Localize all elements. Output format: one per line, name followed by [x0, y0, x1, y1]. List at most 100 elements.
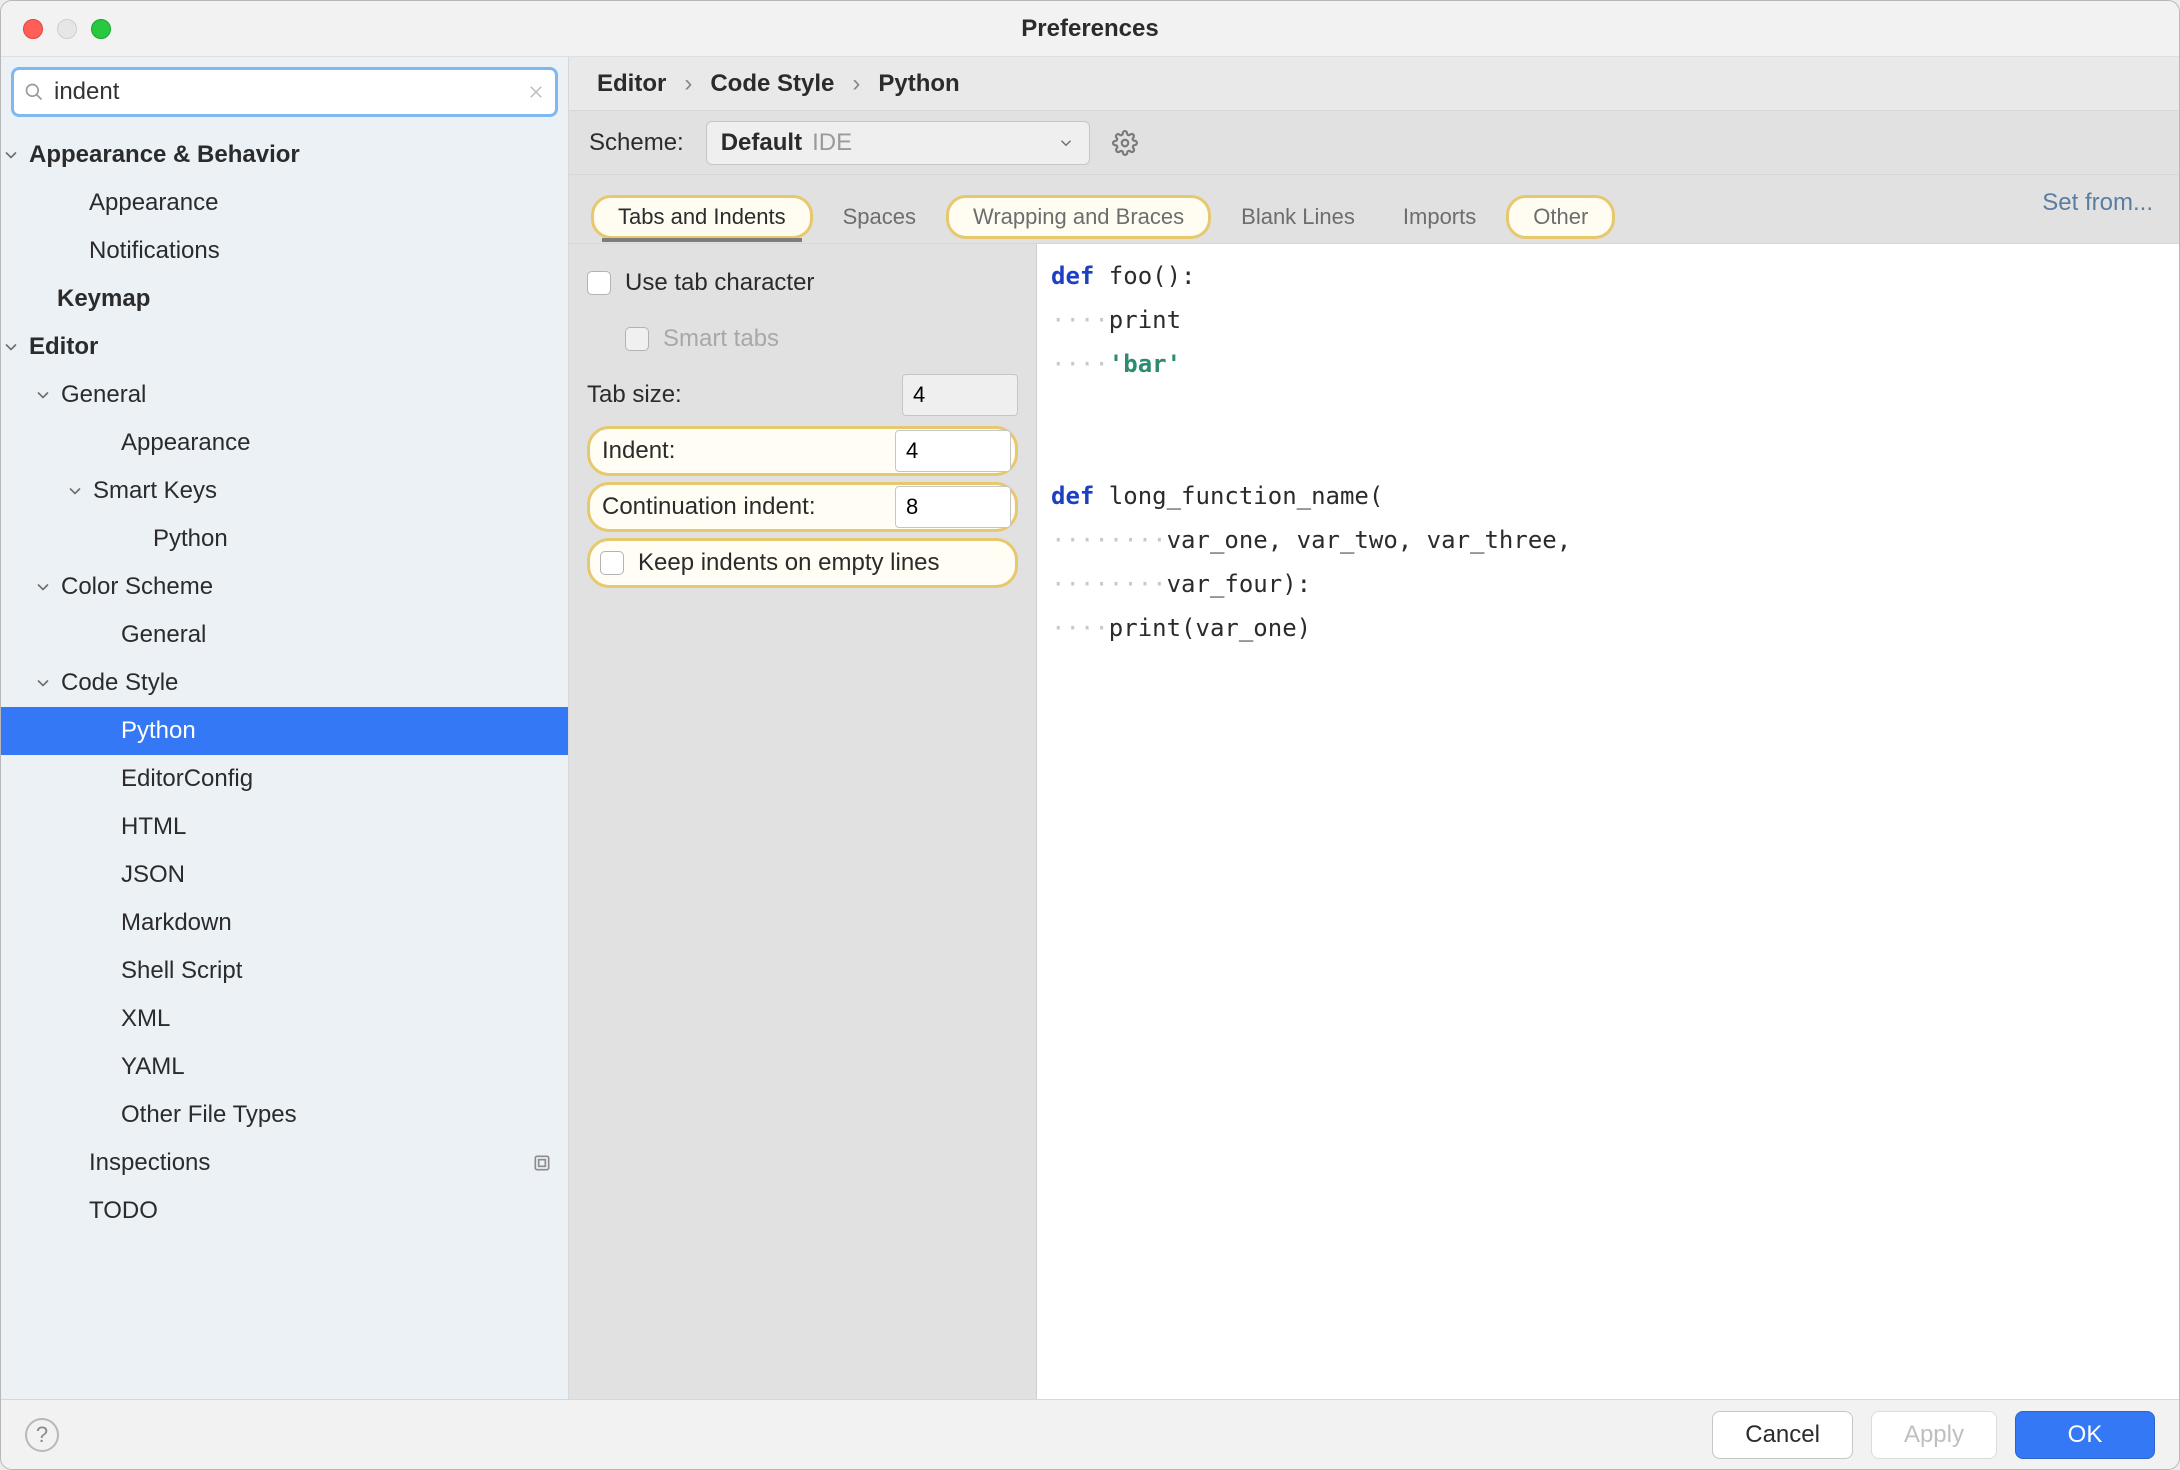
- sidebar-item[interactable]: General: [1, 611, 568, 659]
- sidebar-item-label: Color Scheme: [61, 573, 213, 601]
- tab[interactable]: Blank Lines: [1217, 191, 1379, 243]
- search-input[interactable]: [44, 78, 527, 106]
- checkbox[interactable]: [587, 271, 611, 295]
- sidebar-item[interactable]: Other File Types: [1, 1091, 568, 1139]
- smart-tabs-label: Smart tabs: [663, 325, 779, 353]
- minimize-window-button[interactable]: [57, 19, 77, 39]
- sidebar-item[interactable]: Keymap: [1, 275, 568, 323]
- scheme-row: Scheme: Default IDE: [569, 111, 2179, 175]
- sidebar-item-label: Appearance: [89, 189, 218, 217]
- sidebar-item-label: General: [61, 381, 146, 409]
- sidebar-item[interactable]: Markdown: [1, 899, 568, 947]
- sidebar-item[interactable]: Appearance & Behavior: [1, 131, 568, 179]
- use-tab-character-label: Use tab character: [625, 269, 814, 297]
- sidebar-item[interactable]: Editor: [1, 323, 568, 371]
- help-button[interactable]: ?: [25, 1418, 59, 1452]
- sidebar-item-label: Other File Types: [121, 1101, 297, 1129]
- tab-size-row: Tab size:: [587, 370, 1018, 420]
- chevron-down-icon: [33, 673, 53, 693]
- search-icon: [24, 82, 44, 102]
- sidebar-item[interactable]: Python: [1, 707, 568, 755]
- breadcrumb-sep: ›: [852, 70, 860, 98]
- sidebar-item-label: Shell Script: [121, 957, 242, 985]
- sidebar-item[interactable]: Appearance: [1, 179, 568, 227]
- breadcrumb-part[interactable]: Editor: [597, 70, 666, 98]
- sidebar-item[interactable]: General: [1, 371, 568, 419]
- use-tab-character-row[interactable]: Use tab character: [587, 258, 1018, 308]
- indent-label: Indent:: [594, 437, 675, 465]
- keep-indents-row[interactable]: Keep indents on empty lines: [587, 538, 1018, 588]
- settings-tree[interactable]: Appearance & Behavior Appearance Notificat…: [1, 125, 568, 1399]
- sidebar-item-label: JSON: [121, 861, 185, 889]
- sidebar-item[interactable]: Python: [1, 515, 568, 563]
- sidebar: Appearance & Behavior Appearance Notificat…: [1, 57, 569, 1399]
- tab[interactable]: Tabs and Indents: [591, 195, 813, 239]
- sidebar-item[interactable]: XML: [1, 995, 568, 1043]
- continuation-indent-label: Continuation indent:: [594, 493, 816, 521]
- tab[interactable]: Other: [1506, 195, 1615, 239]
- breadcrumb-part[interactable]: Code Style: [710, 70, 834, 98]
- chevron-down-icon: [33, 577, 53, 597]
- breadcrumb: Editor › Code Style › Python: [569, 57, 2179, 111]
- scheme-select[interactable]: Default IDE: [706, 121, 1090, 165]
- close-window-button[interactable]: [23, 19, 43, 39]
- window-title: Preferences: [1021, 15, 1158, 43]
- sidebar-item-label: Inspections: [89, 1149, 210, 1177]
- sidebar-item[interactable]: Smart Keys: [1, 467, 568, 515]
- sidebar-item[interactable]: Appearance: [1, 419, 568, 467]
- keep-indents-label: Keep indents on empty lines: [638, 549, 940, 577]
- code-preview: def foo(): ····print ····'bar' def long_…: [1037, 244, 2179, 1399]
- body: Appearance & Behavior Appearance Notificat…: [1, 57, 2179, 1399]
- search-wrap: [1, 57, 568, 125]
- continuation-indent-row: Continuation indent:: [587, 482, 1018, 532]
- sidebar-item-label: Python: [153, 525, 228, 553]
- sidebar-item-label: Keymap: [57, 285, 150, 313]
- chevron-down-icon: [1, 145, 21, 165]
- tab[interactable]: Spaces: [819, 191, 940, 243]
- sidebar-item[interactable]: Code Style: [1, 659, 568, 707]
- sidebar-item-label: YAML: [121, 1053, 185, 1081]
- sidebar-item-label: TODO: [89, 1197, 158, 1225]
- apply-button: Apply: [1871, 1411, 1997, 1459]
- breadcrumb-sep: ›: [684, 70, 692, 98]
- sidebar-item[interactable]: YAML: [1, 1043, 568, 1091]
- sidebar-item-label: Appearance: [121, 429, 250, 457]
- chevron-down-icon: [1057, 134, 1075, 152]
- sidebar-item[interactable]: HTML: [1, 803, 568, 851]
- indent-input[interactable]: [895, 430, 1011, 472]
- sidebar-item[interactable]: Color Scheme: [1, 563, 568, 611]
- cancel-button[interactable]: Cancel: [1712, 1411, 1853, 1459]
- sidebar-item-label: HTML: [121, 813, 186, 841]
- sidebar-item-label: Code Style: [61, 669, 178, 697]
- set-from-link[interactable]: Set from...: [2042, 189, 2153, 217]
- sidebar-item-label: Markdown: [121, 909, 232, 937]
- sidebar-item[interactable]: Notifications: [1, 227, 568, 275]
- ok-button[interactable]: OK: [2015, 1411, 2155, 1459]
- sidebar-item[interactable]: EditorConfig: [1, 755, 568, 803]
- breadcrumb-part[interactable]: Python: [878, 70, 959, 98]
- scheme-label: Scheme:: [589, 129, 684, 157]
- indent-row: Indent:: [587, 426, 1018, 476]
- sidebar-item[interactable]: Inspections: [1, 1139, 568, 1187]
- zoom-window-button[interactable]: [91, 19, 111, 39]
- chevron-down-icon: [65, 481, 85, 501]
- preferences-window: Preferences Appearance & BehaviorAppeara…: [0, 0, 2180, 1470]
- tab[interactable]: Wrapping and Braces: [946, 195, 1211, 239]
- continuation-indent-input[interactable]: [895, 486, 1011, 528]
- sidebar-item[interactable]: TODO: [1, 1187, 568, 1235]
- sidebar-item-label: Smart Keys: [93, 477, 217, 505]
- chevron-down-icon: [1, 337, 21, 357]
- clear-search-icon[interactable]: [527, 83, 545, 101]
- subheader: Set from... Tabs and IndentsSpacesWrappi…: [569, 175, 2179, 243]
- scheme-scope: IDE: [812, 129, 852, 157]
- sidebar-item[interactable]: Shell Script: [1, 947, 568, 995]
- sidebar-item[interactable]: JSON: [1, 851, 568, 899]
- search-box[interactable]: [11, 67, 558, 117]
- project-badge-icon: [532, 1153, 552, 1173]
- checkbox[interactable]: [600, 551, 624, 575]
- tab[interactable]: Imports: [1379, 191, 1500, 243]
- sidebar-item-label: EditorConfig: [121, 765, 253, 793]
- chevron-down-icon: [33, 385, 53, 405]
- tab-size-input[interactable]: [902, 374, 1018, 416]
- gear-icon[interactable]: [1112, 130, 1138, 156]
